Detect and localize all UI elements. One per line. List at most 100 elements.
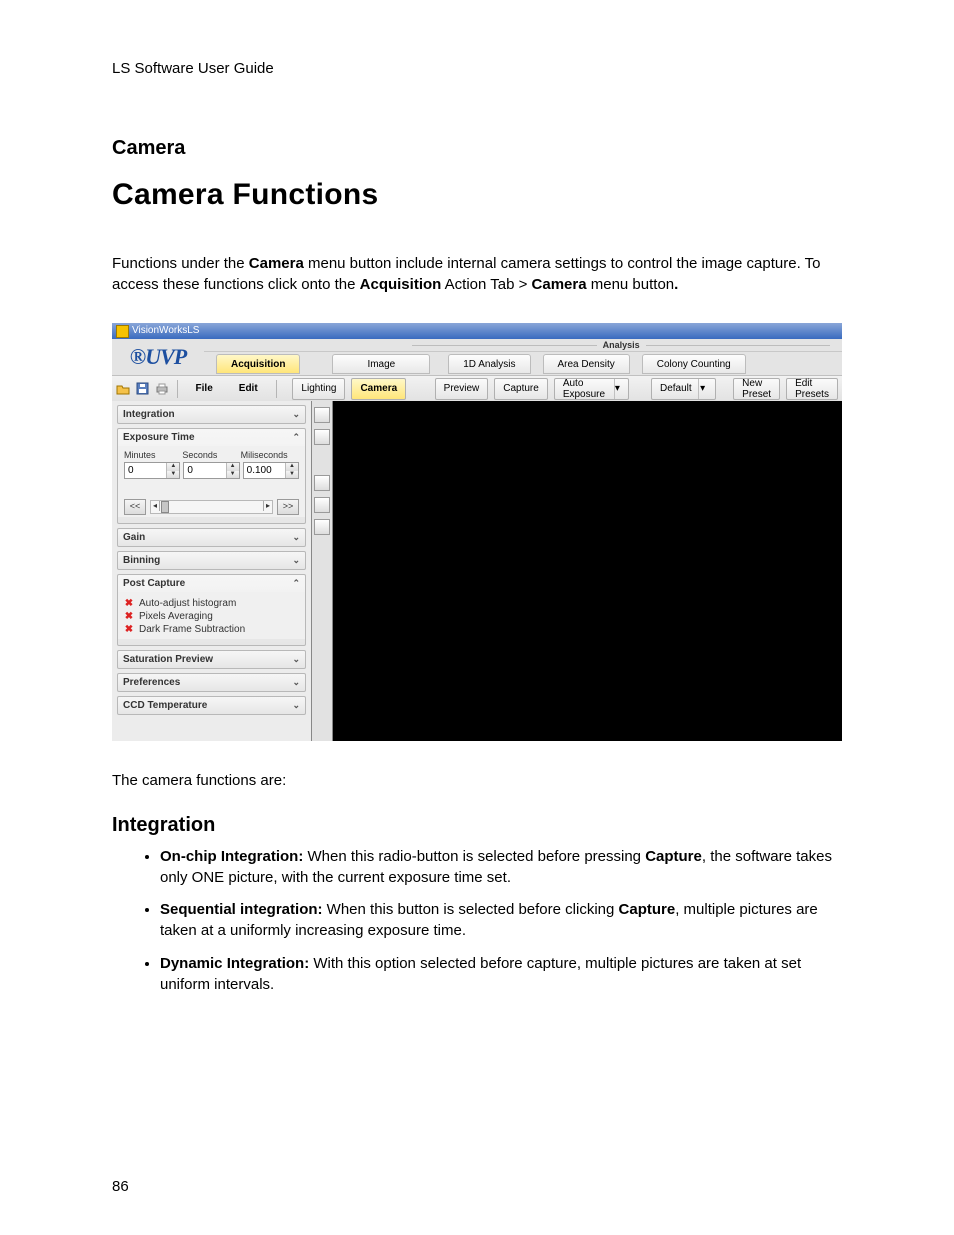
- intro-bold: Acquisition: [360, 276, 442, 293]
- edit-presets-button[interactable]: Edit Presets: [786, 378, 838, 400]
- default-button[interactable]: Default▾: [651, 378, 716, 400]
- x-icon: ✖: [124, 598, 134, 609]
- panel-exposure-time[interactable]: Exposure Time⌃ Minutes Seconds Milisecon…: [117, 428, 306, 524]
- minutes-input[interactable]: [125, 463, 166, 478]
- intro-bold: .: [674, 276, 678, 293]
- x-icon: ✖: [124, 624, 134, 635]
- post-capture-item[interactable]: ✖ Dark Frame Subtraction: [124, 624, 299, 635]
- next-fast-button[interactable]: >>: [277, 499, 299, 515]
- tab-area-density[interactable]: Area Density: [543, 354, 630, 374]
- page-number: 86: [112, 1178, 129, 1195]
- chevron-down-icon[interactable]: ▾: [614, 379, 620, 399]
- tab-colony-counting[interactable]: Colony Counting: [642, 354, 746, 374]
- up-arrow-icon[interactable]: ▲: [286, 463, 298, 471]
- new-preset-button[interactable]: New Preset: [733, 378, 780, 400]
- list-item: On-chip Integration: When this radio-but…: [160, 847, 842, 888]
- panel-ccd-temperature[interactable]: CCD Temperature⌄: [117, 696, 306, 715]
- intro-bold: Camera: [532, 276, 587, 293]
- ribbon-row: ®UVP Analysis Acquisition Image 1D Analy…: [112, 339, 842, 376]
- image-canvas: [333, 401, 842, 741]
- seconds-input[interactable]: [184, 463, 225, 478]
- intro-text: menu button: [587, 276, 675, 293]
- app-window: VisionWorksLS ®UVP Analysis Acquisition …: [112, 323, 842, 741]
- label-seconds: Seconds: [182, 450, 240, 460]
- chevron-down-icon: ⌄: [292, 409, 300, 420]
- post-capture-item[interactable]: ✖Pixels Averaging: [124, 611, 299, 622]
- exposure-body: Minutes Seconds Miliseconds ▲▼ ▲▼ ▲▼ <<: [118, 446, 305, 517]
- page-title: Camera Functions: [112, 178, 842, 212]
- prev-fast-button[interactable]: <<: [124, 499, 146, 515]
- subsection-heading: Integration: [112, 814, 842, 837]
- pc-label: Auto-adjust histogram: [139, 598, 236, 609]
- chevron-up-icon: ⌃: [292, 432, 300, 443]
- logo-text: ®UVP: [130, 344, 186, 370]
- seconds-spinner[interactable]: ▲▼: [183, 462, 239, 479]
- tab-image[interactable]: Image: [332, 354, 430, 374]
- down-arrow-icon[interactable]: ▼: [286, 471, 298, 479]
- down-arrow-icon[interactable]: ▼: [227, 471, 239, 479]
- side-tool-icon[interactable]: [314, 497, 330, 513]
- panel-preferences[interactable]: Preferences⌄: [117, 673, 306, 692]
- exposure-labels: Minutes Seconds Miliseconds: [124, 450, 299, 460]
- preview-button[interactable]: Preview: [435, 378, 489, 400]
- slider-thumb[interactable]: [161, 501, 169, 513]
- save-icon[interactable]: [136, 380, 149, 398]
- edit-menu[interactable]: Edit: [229, 379, 268, 399]
- panel-post-capture[interactable]: Post Capture⌃ ✖Auto-adjust histogram ✖Pi…: [117, 574, 306, 646]
- x-icon: ✖: [124, 611, 134, 622]
- after-app-text: The camera functions are:: [112, 771, 842, 792]
- side-tool-icon[interactable]: [314, 475, 330, 491]
- label-milliseconds: Miliseconds: [241, 450, 299, 460]
- tab-1d-analysis[interactable]: 1D Analysis: [448, 354, 530, 374]
- chevron-down-icon: ⌄: [292, 555, 300, 566]
- app-body: Integration⌄ Exposure Time⌃ Minutes Seco…: [112, 401, 842, 741]
- intro-paragraph: Functions under the Camera menu button i…: [112, 254, 842, 295]
- side-icon-column: [312, 401, 333, 741]
- main-tabs: Acquisition Image 1D Analysis Area Densi…: [204, 352, 842, 374]
- intro-text: Action Tab >: [441, 276, 531, 293]
- post-capture-item[interactable]: ✖ Auto-adjust histogram: [124, 598, 299, 609]
- chevron-down-icon[interactable]: ▾: [698, 379, 707, 399]
- separator: [276, 380, 277, 398]
- side-tool-icon[interactable]: [314, 519, 330, 535]
- print-icon[interactable]: [155, 380, 169, 398]
- chevron-down-icon: ⌄: [292, 700, 300, 711]
- label-minutes: Minutes: [124, 450, 182, 460]
- chevron-down-icon: ⌄: [292, 654, 300, 665]
- function-list: On-chip Integration: When this radio-but…: [112, 847, 842, 995]
- side-tool-icon[interactable]: [314, 429, 330, 445]
- open-icon[interactable]: [116, 380, 130, 398]
- app-title: VisionWorksLS: [132, 323, 199, 339]
- intro-text: Functions under the: [112, 255, 249, 272]
- panel-integration[interactable]: Integration⌄: [117, 405, 306, 424]
- exposure-slider-row: << ◂ ▸ >>: [124, 499, 299, 515]
- app-icon: [116, 325, 129, 338]
- up-arrow-icon[interactable]: ▲: [167, 463, 179, 471]
- tab-acquisition[interactable]: Acquisition: [216, 354, 300, 374]
- side-tool-icon[interactable]: [314, 407, 330, 423]
- auto-exposure-button[interactable]: Auto Exposure▾: [554, 378, 629, 400]
- pc-label: Dark Frame Subtraction: [139, 624, 245, 635]
- capture-button[interactable]: Capture: [494, 378, 548, 400]
- up-arrow-icon[interactable]: ▲: [227, 463, 239, 471]
- analysis-label: Analysis: [603, 339, 640, 351]
- panel-saturation-preview[interactable]: Saturation Preview⌄: [117, 650, 306, 669]
- camera-button[interactable]: Camera: [351, 378, 406, 400]
- post-capture-body: ✖ Auto-adjust histogram ✖Pixels Averaging…: [118, 592, 305, 639]
- lighting-button[interactable]: Lighting: [292, 378, 345, 400]
- file-menu[interactable]: File: [186, 379, 223, 399]
- exposure-slider[interactable]: ◂ ▸: [150, 500, 273, 514]
- analysis-group-label: Analysis: [204, 339, 842, 352]
- minutes-spinner[interactable]: ▲▼: [124, 462, 180, 479]
- milliseconds-input[interactable]: [244, 463, 285, 478]
- panel-gain[interactable]: Gain⌄: [117, 528, 306, 547]
- panel-binning[interactable]: Binning⌄: [117, 551, 306, 570]
- intro-bold: Camera: [249, 255, 304, 272]
- chevron-up-icon: ⌃: [292, 578, 300, 589]
- down-arrow-icon[interactable]: ▼: [167, 471, 179, 479]
- logo: ®UVP: [112, 339, 204, 375]
- separator: [177, 380, 178, 398]
- milliseconds-spinner[interactable]: ▲▼: [243, 462, 299, 479]
- titlebar: VisionWorksLS: [112, 323, 842, 339]
- chevron-down-icon: ⌄: [292, 677, 300, 688]
